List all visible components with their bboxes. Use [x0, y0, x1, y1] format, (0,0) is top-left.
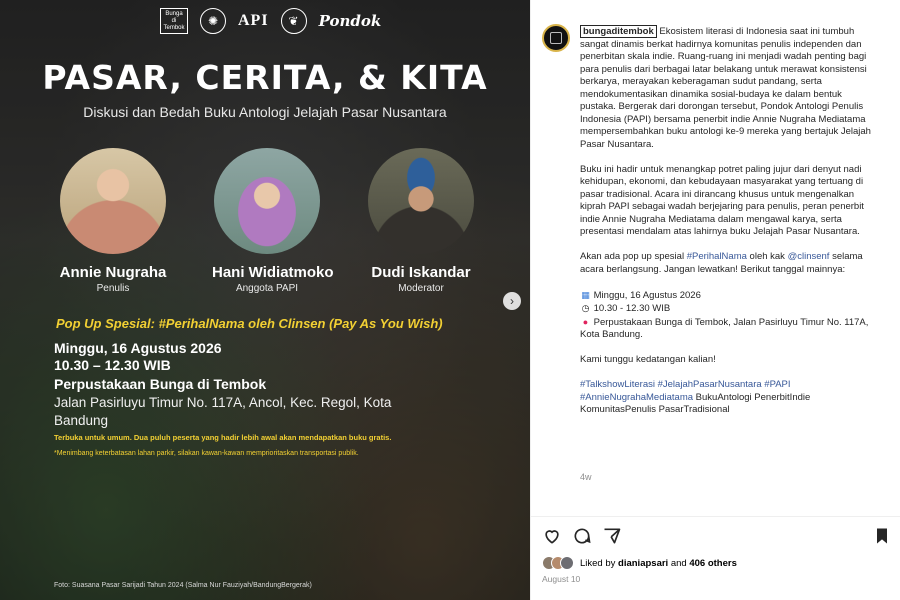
- hashtag-link[interactable]: #PerihalNama: [687, 251, 747, 262]
- poster-subtitle: Diskusi dan Bedah Buku Antologi Jelajah …: [83, 104, 447, 120]
- comment-icon[interactable]: [572, 526, 592, 546]
- event-venue: Perpustakaan Bunga di Tembok: [54, 376, 267, 392]
- avatar[interactable]: [542, 24, 570, 52]
- api-logo: API: [238, 12, 269, 29]
- event-datetime: Minggu, 16 Agustus 2026 10.30 – 12.30 WI…: [54, 340, 222, 374]
- speaker-card: Dudi Iskandar Moderator: [366, 148, 476, 294]
- popup-announcement: Pop Up Spesial: #PerihalNama oleh Clinse…: [56, 316, 443, 331]
- event-note: Terbuka untuk umum. Dua puluh peserta ya…: [54, 433, 392, 442]
- likes-count-link[interactable]: 406 others: [689, 558, 737, 569]
- liker-avatars: [542, 556, 574, 570]
- speaker-name: Hani Widiatmoko: [212, 264, 334, 281]
- speaker-photo: [214, 148, 320, 254]
- share-icon[interactable]: [602, 526, 622, 546]
- post-caption: bungaditembok Ekosistem literasi di Indo…: [580, 25, 876, 429]
- emblem-logo: ✺: [200, 8, 226, 34]
- speaker-role: Penulis: [96, 283, 130, 294]
- heart-icon[interactable]: [542, 526, 562, 546]
- bookmark-icon[interactable]: [872, 526, 892, 546]
- pondok-logo: Pondok: [318, 12, 382, 30]
- event-address: Jalan Pasirluyu Timur No. 117A, Ancol, K…: [54, 395, 392, 428]
- speaker-photo: [60, 148, 166, 254]
- likes-summary: Liked by dianiapsari and 406 others: [542, 556, 737, 570]
- caption-tags: #TalkshowLiterasi #JelajahPasarNusantara…: [580, 379, 811, 415]
- pin-icon: ●: [582, 316, 589, 327]
- logo-row: Bunga di Tembok ✺ API ❦ Pondok: [160, 8, 381, 34]
- liker-username-link[interactable]: dianiapsari: [618, 558, 668, 569]
- speaker-card: Annie Nugraha Penulis: [58, 148, 168, 294]
- speaker-card: Hani Widiatmoko Anggota PAPI: [212, 148, 334, 294]
- avatar: [560, 556, 574, 570]
- leaf-logo: ❦: [280, 8, 307, 34]
- parking-note: *Menimbang keterbatasan lahan parkir, si…: [54, 450, 359, 457]
- poster-title: PASAR, CERITA, & KITA: [42, 58, 488, 97]
- event-details: ▦ Minggu, 16 Agustus 2026 ◷ 10.30 - 12.3…: [580, 289, 869, 341]
- event-time: 10.30 – 12.30 WIB: [54, 357, 171, 373]
- speaker-role: Moderator: [398, 283, 444, 294]
- speaker-name: Annie Nugraha: [59, 264, 167, 281]
- post-view: Bunga di Tembok ✺ API ❦ Pondok PASAR, CERI…: [0, 0, 900, 600]
- caption-closing: Kami tunggu kedatangan kalian!: [580, 354, 716, 365]
- divider: [531, 516, 900, 517]
- caption-paragraph: bungaditembok Ekosistem literasi di Indo…: [580, 25, 871, 150]
- speaker-photo: [368, 148, 474, 254]
- post-date: August 10: [542, 574, 581, 584]
- caption-paragraph: Akan ada pop up spesial #PerihalNama ole…: [580, 251, 863, 275]
- speaker-role: Anggota PAPI: [235, 283, 299, 294]
- mention-link[interactable]: @clinsenf: [788, 251, 830, 262]
- action-bar: [542, 526, 890, 548]
- username-link[interactable]: bungaditembok: [580, 25, 657, 38]
- clock-icon: ◷: [581, 303, 590, 313]
- photo-credit: Foto: Suasana Pasar Sarijadi Tahun 2024 …: [54, 582, 312, 589]
- speaker-name: Dudi Iskandar: [371, 264, 471, 281]
- calendar-icon: ▦: [581, 289, 590, 300]
- time-ago: 4w: [580, 472, 592, 482]
- post-image[interactable]: Bunga di Tembok ✺ API ❦ Pondok PASAR, CERI…: [0, 0, 530, 600]
- bunga-di-tembok-logo: Bunga di Tembok: [160, 8, 188, 34]
- caption-paragraph: Buku ini hadir untuk menangkap potret pa…: [580, 163, 864, 238]
- carousel-next-icon[interactable]: ›: [503, 292, 521, 310]
- event-date: Minggu, 16 Agustus 2026: [54, 340, 222, 356]
